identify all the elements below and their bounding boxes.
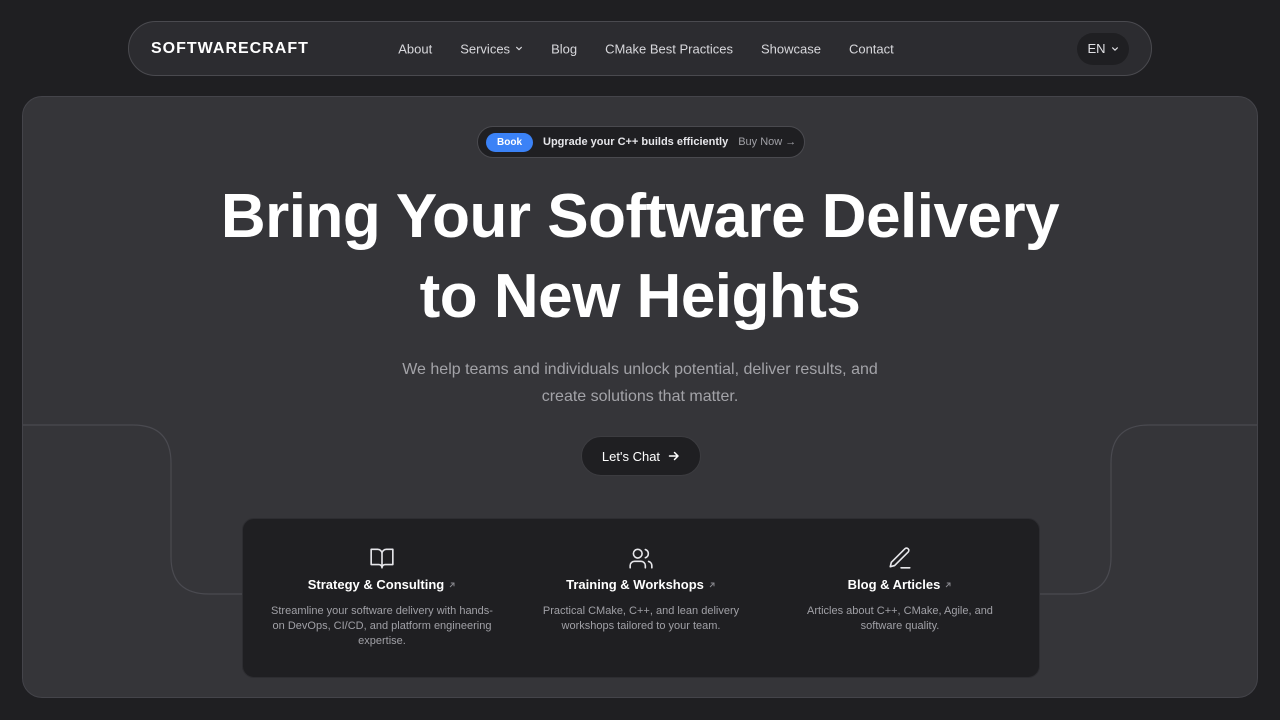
services-cards: Strategy & Consulting Streamline your so…: [242, 518, 1040, 678]
subtitle-line: create solutions that matter.: [541, 388, 739, 405]
desc-line: workshops tailored to your team.: [561, 620, 721, 632]
card-description: Articles about C++, CMake, Agile, and so…: [785, 604, 1015, 634]
button-label: Let's Chat: [601, 448, 661, 464]
promo-banner[interactable]: Book Upgrade your C++ builds efficiently…: [477, 126, 805, 158]
card-description: Streamline your software delivery with h…: [267, 604, 497, 649]
nav-item-label: Contact: [848, 41, 894, 56]
top-navbar: SOFTWARECRAFT About Services Blog CMake …: [128, 21, 1152, 76]
card-title-text: Training & Workshops: [566, 577, 704, 592]
hero-section: Book Upgrade your C++ builds efficiently…: [22, 96, 1258, 698]
card-blog-articles[interactable]: Blog & Articles Articles about C++, CMak…: [785, 545, 1015, 634]
users-icon: [629, 548, 653, 569]
hero-subtitle: We help teams and individuals unlock pot…: [23, 356, 1257, 410]
book-open-icon: [370, 548, 394, 569]
desc-line: Articles about C++, CMake, Agile, and: [807, 605, 993, 617]
language-selector[interactable]: EN: [1077, 32, 1129, 65]
nav-item-label: Blog: [551, 41, 578, 56]
lets-chat-button[interactable]: Let's Chat: [581, 436, 701, 476]
arrow-up-right-icon: [709, 582, 715, 587]
nav-item-cmake-best-practices[interactable]: CMake Best Practices: [605, 41, 733, 56]
arrow-up-right-icon: [449, 582, 455, 587]
card-title: Blog & Articles: [785, 577, 1015, 592]
nav-item-label: Services: [460, 41, 511, 56]
nav-item-about[interactable]: About: [398, 41, 432, 56]
desc-line: Practical CMake, C++, and lean delivery: [542, 605, 740, 617]
card-title-text: Strategy & Consulting: [307, 577, 445, 592]
language-label: EN: [1087, 41, 1106, 56]
nav-links: About Services Blog CMake Best Practices…: [129, 41, 1151, 56]
chevron-down-icon: [1111, 46, 1118, 51]
card-title: Strategy & Consulting: [267, 577, 497, 592]
card-strategy-consulting[interactable]: Strategy & Consulting Streamline your so…: [267, 545, 497, 649]
chevron-down-icon: [516, 46, 523, 51]
hero-headline: Bring Your Software Delivery to New Heig…: [23, 177, 1257, 337]
desc-line: expertise.: [358, 635, 406, 647]
arrow-right-icon: [668, 451, 679, 461]
nav-item-services[interactable]: Services: [460, 41, 523, 56]
arrow-up-right-icon: [946, 582, 951, 587]
desc-line: on DevOps, CI/CD, and platform engineeri…: [272, 620, 492, 632]
card-training-workshops[interactable]: Training & Workshops Practical CMake, C+…: [526, 545, 756, 634]
nav-item-blog[interactable]: Blog: [551, 41, 577, 56]
promo-badge: Book: [486, 132, 533, 152]
nav-item-label: CMake Best Practices: [605, 41, 733, 56]
promo-buy-link[interactable]: Buy Now →: [738, 136, 796, 148]
subtitle-line: We help teams and individuals unlock pot…: [402, 361, 878, 378]
headline-line: Bring Your Software Delivery: [220, 182, 1060, 251]
card-title: Training & Workshops: [526, 577, 756, 592]
card-description: Practical CMake, C++, and lean delivery …: [526, 604, 756, 634]
pencil-icon: [889, 547, 911, 569]
nav-item-label: About: [398, 41, 433, 56]
nav-item-contact[interactable]: Contact: [849, 41, 894, 56]
promo-text: Upgrade your C++ builds efficiently: [543, 136, 729, 148]
headline-line: to New Heights: [419, 262, 861, 331]
nav-item-label: Showcase: [760, 41, 821, 56]
nav-item-showcase[interactable]: Showcase: [761, 41, 821, 56]
card-title-text: Blog & Articles: [847, 577, 941, 592]
desc-line: software quality.: [860, 620, 940, 632]
desc-line: Streamline your software delivery with h…: [271, 605, 493, 617]
